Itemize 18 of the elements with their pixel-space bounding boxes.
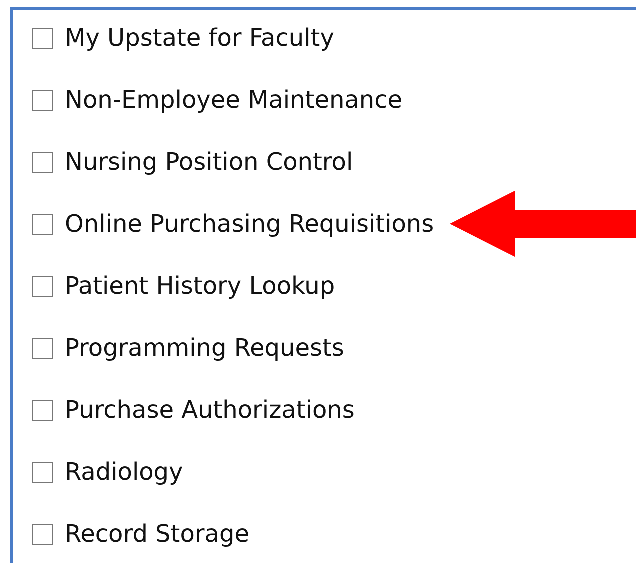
- checkbox[interactable]: [32, 214, 53, 234]
- checkbox-label[interactable]: Online Purchasing Requisitions: [65, 210, 434, 238]
- checkbox[interactable]: [32, 400, 53, 420]
- checkbox-label[interactable]: Programming Requests: [65, 334, 344, 362]
- checkbox[interactable]: [32, 90, 53, 110]
- checkbox-label[interactable]: Purchase Authorizations: [65, 396, 355, 424]
- checkbox[interactable]: [32, 462, 53, 482]
- checkbox-label[interactable]: Patient History Lookup: [65, 272, 336, 300]
- checkbox[interactable]: [32, 338, 53, 358]
- checkbox[interactable]: [32, 152, 53, 172]
- checkbox-label[interactable]: Record Storage: [65, 520, 250, 548]
- checkbox-label[interactable]: Nursing Position Control: [65, 148, 354, 176]
- checkbox-label[interactable]: Non-Employee Maintenance: [65, 86, 403, 114]
- checkbox[interactable]: [32, 28, 53, 48]
- checkbox[interactable]: [32, 276, 53, 296]
- checkbox[interactable]: [32, 524, 53, 544]
- checkbox-label[interactable]: My Upstate for Faculty: [65, 24, 334, 52]
- checkbox-label[interactable]: Radiology: [65, 458, 184, 486]
